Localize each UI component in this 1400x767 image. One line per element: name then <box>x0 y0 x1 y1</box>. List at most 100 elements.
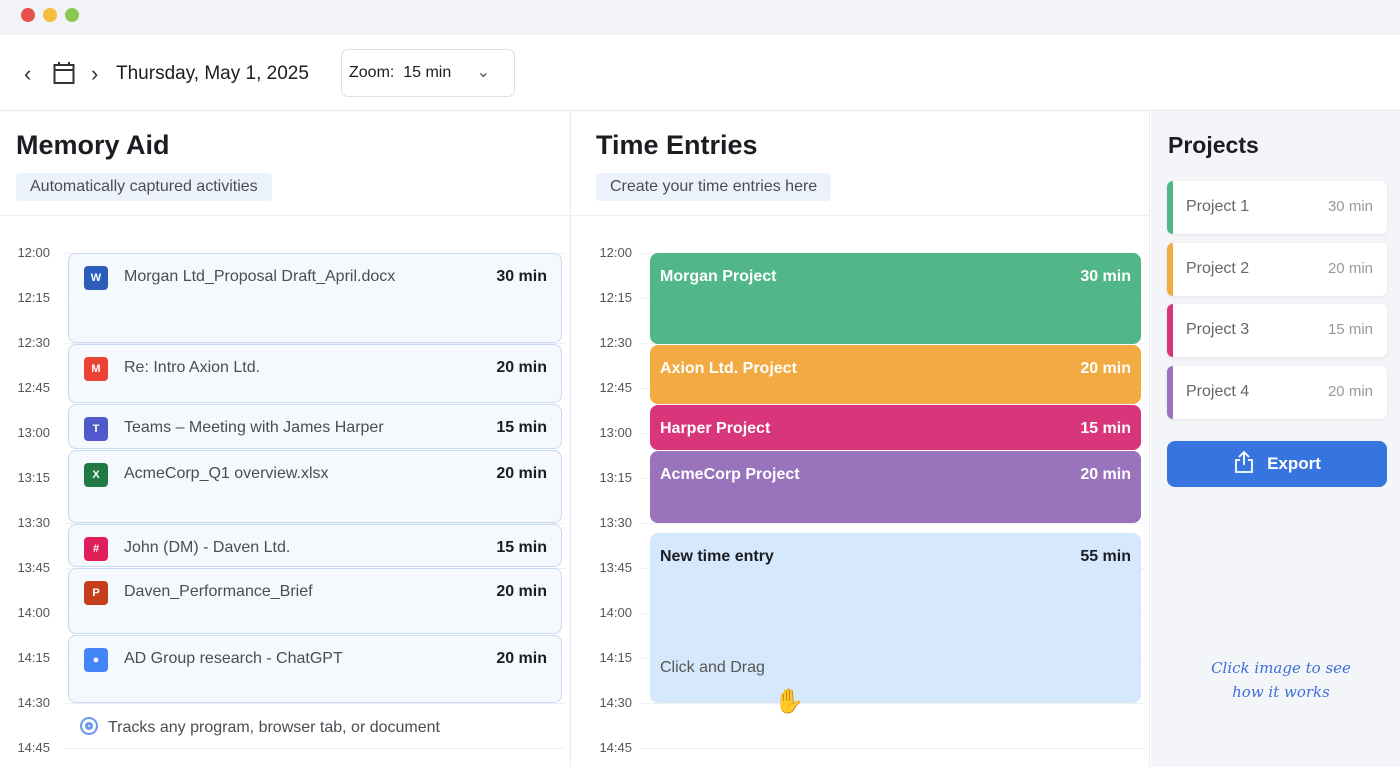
current-date: Thursday, May 1, 2025 <box>116 63 309 85</box>
activity-duration: 20 min <box>496 465 547 483</box>
window-titlebar <box>0 0 1400 35</box>
time-entry[interactable]: AcmeCorp Project 20 min <box>650 451 1141 523</box>
zoom-select[interactable]: Zoom: 15 min ⌄ <box>341 49 515 97</box>
activity-title: Teams – Meeting with James Harper <box>124 419 384 437</box>
project-name: Project 1 <box>1186 198 1249 216</box>
activity-duration: 20 min <box>496 359 547 377</box>
tracking-note-text: Tracks any program, browser tab, or docu… <box>108 719 440 736</box>
project-item[interactable]: Project 2 20 min <box>1167 243 1387 296</box>
activity-card[interactable]: P Daven_Performance_Brief 20 min <box>68 568 562 634</box>
activity-card[interactable]: T Teams – Meeting with James Harper 15 min <box>68 404 562 449</box>
project-duration: 20 min <box>1328 260 1373 277</box>
entry-title: Morgan Project <box>660 268 776 286</box>
hint-line: how it works <box>1232 683 1330 701</box>
entry-duration: 20 min <box>1080 360 1131 378</box>
entry-title: Harper Project <box>660 420 770 438</box>
tracking-note: Tracks any program, browser tab, or docu… <box>80 717 440 737</box>
close-window-button[interactable] <box>21 8 35 22</box>
calendar-icon[interactable] <box>53 61 75 90</box>
activity-title: John (DM) - Daven Ltd. <box>124 539 290 557</box>
memory-aid-panel: Memory Aid Automatically captured activi… <box>0 111 571 767</box>
excel-icon: X <box>84 463 108 487</box>
activity-card[interactable]: W Morgan Ltd_Proposal Draft_April.docx 30 … <box>68 253 562 343</box>
time-label: 12:00 <box>10 245 50 260</box>
entry-duration: 15 min <box>1080 420 1131 438</box>
project-name: Project 2 <box>1186 260 1249 278</box>
time-entry[interactable]: Morgan Project 30 min <box>650 253 1141 344</box>
minimize-window-button[interactable] <box>43 8 57 22</box>
teams-icon: T <box>84 417 108 441</box>
activity-card[interactable]: # John (DM) - Daven Ltd. 15 min <box>68 524 562 567</box>
projects-panel: Projects Project 130 minProject 220 minP… <box>1151 111 1400 767</box>
time-label: 12:30 <box>592 335 632 350</box>
time-label: 13:00 <box>592 425 632 440</box>
slack-icon: # <box>84 537 108 561</box>
powerpoint-icon: P <box>84 581 108 605</box>
time-label: 12:45 <box>592 380 632 395</box>
gmail-icon: M <box>84 357 108 381</box>
project-duration: 20 min <box>1328 383 1373 400</box>
time-label: 13:30 <box>592 515 632 530</box>
activity-duration: 20 min <box>496 650 547 668</box>
drag-hint: Click and Drag <box>660 659 765 677</box>
maximize-window-button[interactable] <box>65 8 79 22</box>
entry-duration: 30 min <box>1080 268 1131 286</box>
activity-card[interactable]: XAcmeCorp_Q1 overview.xlsx20 min <box>68 450 562 523</box>
time-entry[interactable]: Harper Project 15 min <box>650 405 1141 450</box>
activity-title: Daven_Performance_Brief <box>124 583 313 601</box>
hint-line: Click image to see <box>1211 659 1351 677</box>
time-label: 14:15 <box>592 650 632 665</box>
activity-duration: 20 min <box>496 583 547 601</box>
time-label: 12:00 <box>592 245 632 260</box>
next-day-button[interactable]: › <box>91 61 98 87</box>
activity-card[interactable]: ●AD Group research - ChatGPT20 min <box>68 635 562 703</box>
time-label: 14:00 <box>10 605 50 620</box>
divider <box>0 215 570 216</box>
time-label: 13:45 <box>592 560 632 575</box>
project-item[interactable]: Project 315 min <box>1167 304 1387 357</box>
time-label: 14:00 <box>592 605 632 620</box>
project-item[interactable]: Project 1 30 min <box>1167 181 1387 234</box>
time-label: 13:45 <box>10 560 50 575</box>
grid-line <box>640 523 1145 524</box>
grid-line <box>65 748 565 749</box>
entry-title: New time entry <box>660 548 774 566</box>
time-label: 13:15 <box>10 470 50 485</box>
activity-duration: 15 min <box>496 419 547 437</box>
activity-title: Morgan Ltd_Proposal Draft_April.docx <box>124 268 395 286</box>
time-label: 12:30 <box>10 335 50 350</box>
panel-subtitle: Automatically captured activities <box>16 173 272 201</box>
project-duration: 15 min <box>1328 321 1373 338</box>
export-button[interactable]: Export <box>1167 441 1387 487</box>
project-duration: 30 min <box>1328 198 1373 215</box>
help-hint[interactable]: Click image to see how it works <box>1201 656 1361 704</box>
project-name: Project 4 <box>1186 383 1249 401</box>
project-item[interactable]: Project 4 20 min <box>1167 366 1387 419</box>
prev-day-button[interactable]: ‹ <box>24 61 31 87</box>
time-label: 13:15 <box>592 470 632 485</box>
entry-duration: 55 min <box>1080 548 1131 566</box>
grid-line <box>65 703 565 704</box>
chevron-down-icon: ⌄ <box>477 62 490 82</box>
share-icon <box>1233 450 1255 474</box>
grab-cursor-icon: ✋ <box>774 687 804 716</box>
entry-title: AcmeCorp Project <box>660 466 800 484</box>
time-label: 14:30 <box>592 695 632 710</box>
activity-title: AD Group research - ChatGPT <box>124 650 343 668</box>
time-label: 14:45 <box>10 740 50 755</box>
zoom-value: 15 min <box>403 64 451 81</box>
activity-card[interactable]: MRe: Intro Axion Ltd.20 min <box>68 344 562 403</box>
time-entries-panel: Time Entries Create your time entries he… <box>572 111 1150 767</box>
grid-line <box>640 748 1145 749</box>
new-time-entry[interactable]: New time entry 55 min Click and Drag ✋ <box>650 533 1141 703</box>
activity-duration: 15 min <box>496 539 547 557</box>
time-entry[interactable]: Axion Ltd. Project20 min <box>650 345 1141 404</box>
radar-icon <box>80 717 98 735</box>
panel-title: Time Entries <box>596 130 758 161</box>
time-label: 14:30 <box>10 695 50 710</box>
word-icon: W <box>84 266 108 290</box>
activity-duration: 30 min <box>496 268 547 286</box>
entry-duration: 20 min <box>1080 466 1131 484</box>
panel-subtitle: Create your time entries here <box>596 173 831 201</box>
panel-title: Projects <box>1168 132 1259 159</box>
